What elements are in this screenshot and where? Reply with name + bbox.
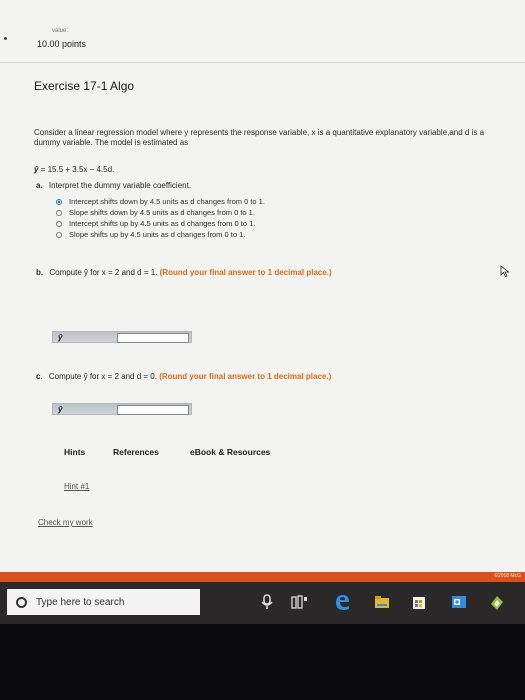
part-c-answer-input[interactable] xyxy=(117,405,189,415)
exercise-title: Exercise 17-1 Algo xyxy=(34,79,135,93)
option-row[interactable]: Intercept shifts up by 4.5 units as d ch… xyxy=(56,218,265,229)
option-label: Intercept shifts down by 4.5 units as d … xyxy=(69,197,265,206)
yhat-label: ŷ xyxy=(58,405,63,414)
part-c-instruction: (Round your final answer to 1 decimal pl… xyxy=(159,372,332,381)
radio-button-selected[interactable] xyxy=(56,198,62,205)
exercise-description: Consider a linear regression model where… xyxy=(34,128,485,147)
part-a-text: Interpret the dummy variable coefficient… xyxy=(48,181,192,190)
value-label: value: xyxy=(52,28,69,34)
cortana-circle-icon xyxy=(16,596,27,608)
yhat-symbol: ŷ xyxy=(34,165,39,174)
task-view-icon[interactable] xyxy=(290,592,308,612)
file-explorer-icon[interactable] xyxy=(373,592,391,612)
radio-button[interactable] xyxy=(56,209,62,216)
tab-references[interactable]: References xyxy=(113,447,159,457)
question-marker xyxy=(4,37,7,40)
app-icon[interactable] xyxy=(488,592,506,612)
radio-button[interactable] xyxy=(56,220,62,227)
option-row[interactable]: Slope shifts down by 4.5 units as d chan… xyxy=(56,207,265,218)
part-c-answer-row: ŷ xyxy=(52,403,192,415)
edge-browser-icon[interactable] xyxy=(333,592,351,612)
equation-text: = 15.5 + 3.5x − 4.5d. xyxy=(40,165,115,174)
tab-hints[interactable]: Hints xyxy=(64,447,85,457)
store-icon[interactable] xyxy=(410,592,428,612)
part-b-letter: b. xyxy=(36,268,44,277)
mouse-cursor-icon xyxy=(500,265,510,277)
browser-page: value: 10.00 points Exercise 17-1 Algo C… xyxy=(0,0,525,572)
part-a-letter: a. xyxy=(36,181,43,190)
yhat-label: ŷ xyxy=(58,333,63,342)
part-b-prompt: b. Compute ŷ for x = 2 and d = 1. (Round… xyxy=(36,268,332,277)
hint-link[interactable]: Hint #1 xyxy=(64,482,89,491)
taskbar-search-box[interactable]: Type here to search xyxy=(7,589,200,615)
model-equation: ŷ = 15.5 + 3.5x − 4.5d. xyxy=(34,165,114,174)
option-label: Slope shifts down by 4.5 units as d chan… xyxy=(69,208,255,217)
option-label: Slope shifts up by 4.5 units as d change… xyxy=(69,230,246,239)
points-value: 10.00 points xyxy=(37,39,87,49)
footer-bar: ©2018 McG xyxy=(0,572,525,582)
part-c-letter: c. xyxy=(36,372,43,381)
part-b-text: Compute ŷ for x = 2 and d = 1. xyxy=(49,268,158,277)
part-a-options: Intercept shifts down by 4.5 units as d … xyxy=(56,196,265,240)
tab-ebook-resources[interactable]: eBook & Resources xyxy=(190,447,270,457)
option-row[interactable]: Intercept shifts down by 4.5 units as d … xyxy=(56,196,265,207)
search-placeholder: Type here to search xyxy=(36,596,125,608)
part-c-prompt: c. Compute ŷ for x = 2 and d = 0. (Round… xyxy=(36,372,331,381)
part-b-answer-input[interactable] xyxy=(117,333,189,343)
copyright-text: ©2018 McG xyxy=(494,573,521,579)
option-row[interactable]: Slope shifts up by 4.5 units as d change… xyxy=(56,229,265,240)
part-b-answer-row: ŷ xyxy=(52,331,192,343)
question-header: value: 10.00 points xyxy=(0,0,525,63)
part-c-text: Compute ŷ for x = 2 and d = 0. xyxy=(48,372,157,381)
windows-taskbar: Type here to search xyxy=(0,582,525,624)
check-my-work-link[interactable]: Check my work xyxy=(38,518,93,527)
radio-button[interactable] xyxy=(56,231,62,238)
part-a-prompt: a. Interpret the dummy variable coeffici… xyxy=(36,181,191,190)
part-b-instruction: (Round your final answer to 1 decimal pl… xyxy=(159,268,332,277)
monitor-bezel xyxy=(0,624,525,700)
microphone-icon[interactable] xyxy=(258,592,276,612)
option-label: Intercept shifts up by 4.5 units as d ch… xyxy=(69,219,256,228)
outlook-icon[interactable] xyxy=(450,592,468,612)
